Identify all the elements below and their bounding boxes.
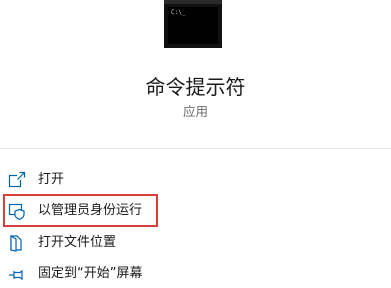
divider: [0, 148, 391, 149]
pin-icon: [8, 265, 26, 283]
app-type-label: 应用: [182, 104, 208, 119]
menu-item-open-file-location[interactable]: 打开文件位置: [0, 228, 391, 258]
menu-item-label: 打开: [38, 172, 65, 187]
menu-item-label: 以管理员身份运行: [38, 203, 143, 218]
menu-item-label: 固定到“开始”屏幕: [38, 266, 143, 281]
app-context-panel: C:\_ 命令提示符 应用 打开 以管理员身份运行 打开文件位置 固定到“开始”…: [0, 0, 391, 288]
app-title: 命令提示符: [145, 75, 246, 99]
command-prompt-icon: C:\_: [164, 0, 222, 48]
run-as-admin-shield-icon: [8, 202, 26, 220]
menu-item-pin-to-start[interactable]: 固定到“开始”屏幕: [0, 259, 391, 288]
menu-item-run-as-admin[interactable]: 以管理员身份运行: [0, 196, 391, 226]
menu-item-open[interactable]: 打开: [0, 165, 391, 195]
file-location-icon: [8, 234, 26, 252]
open-icon: [8, 171, 26, 189]
svg-text:C:\_: C:\_: [171, 9, 186, 16]
menu-item-label: 打开文件位置: [38, 235, 117, 250]
